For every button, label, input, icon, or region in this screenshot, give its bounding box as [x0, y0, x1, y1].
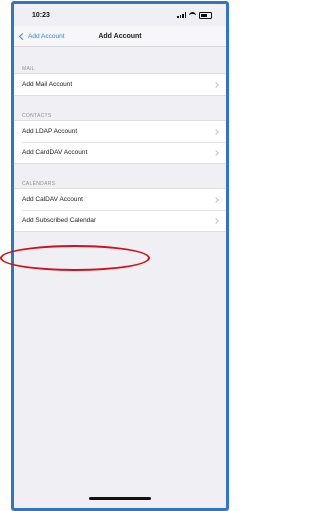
section-header-contacts: CONTACTS — [22, 113, 52, 119]
wifi-icon — [189, 11, 196, 19]
section-contacts: CONTACTS Add LDAP Account Add CardDAV Ac… — [14, 108, 226, 164]
section-calendars: CALENDARS Add CalDAV Account Add Subscri… — [14, 176, 226, 232]
row-label: Add CardDAV Account — [22, 149, 88, 156]
back-button-label: Add Account — [28, 32, 65, 40]
add-mail-account-row[interactable]: Add Mail Account — [14, 74, 226, 95]
chevron-right-icon — [213, 196, 219, 203]
calendars-group: Add CalDAV Account Add Subscribed Calend… — [14, 188, 226, 232]
chevron-right-icon — [213, 81, 219, 88]
section-mail: MAIL Add Mail Account — [14, 61, 226, 96]
row-label: Add CalDAV Account — [22, 196, 83, 203]
add-ldap-account-row[interactable]: Add LDAP Account — [14, 121, 226, 142]
add-carddav-account-row[interactable]: Add CardDAV Account — [14, 142, 226, 163]
signal-icon — [177, 12, 186, 18]
row-label: Add Mail Account — [22, 81, 73, 88]
chevron-left-icon — [18, 32, 27, 40]
mail-group: Add Mail Account — [14, 73, 226, 96]
status-bar: 10:23 — [14, 4, 226, 26]
row-label: Add Subscribed Calendar — [22, 217, 97, 224]
row-label: Add LDAP Account — [22, 128, 78, 135]
chevron-right-icon — [213, 217, 219, 224]
status-icons — [177, 11, 212, 19]
home-indicator — [89, 497, 151, 500]
status-time: 10:23 — [32, 11, 50, 19]
section-header-calendars: CALENDARS — [22, 181, 56, 187]
section-header-mail: MAIL — [22, 66, 35, 72]
navigation-bar: Add Account Add Account — [14, 26, 226, 47]
add-caldav-account-row[interactable]: Add CalDAV Account — [14, 189, 226, 210]
back-button[interactable]: Add Account — [18, 32, 65, 40]
add-subscribed-calendar-row[interactable]: Add Subscribed Calendar — [14, 210, 226, 231]
contacts-group: Add LDAP Account Add CardDAV Account — [14, 120, 226, 164]
chevron-right-icon — [213, 128, 219, 135]
chevron-right-icon — [213, 149, 219, 156]
phone-screen: 10:23 Add Account Add Account MAIL Add M… — [11, 1, 229, 511]
battery-icon — [199, 11, 212, 19]
